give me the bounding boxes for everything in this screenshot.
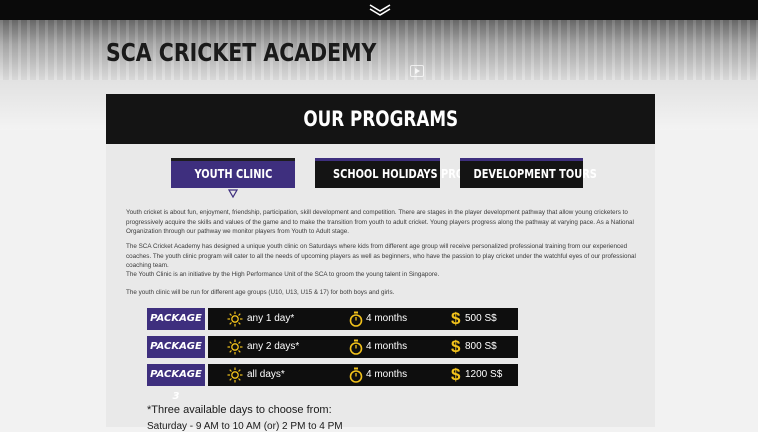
package-label: PACKAGE 3 (147, 364, 205, 402)
package-row: PACKAGE 3 all days* 4 months $ 1200 S$ (147, 364, 518, 402)
package-days: all days* (247, 369, 285, 380)
package-row: PACKAGE 2 any 2 days* 4 months $ 800 S$ (147, 336, 518, 374)
sun-icon (227, 367, 243, 383)
intro-paragraph: Youth cricket is about fun, enjoyment, f… (126, 209, 634, 235)
package-label: PACKAGE 1 (147, 308, 205, 346)
sun-icon (227, 339, 243, 355)
package-price: 800 S$ (465, 341, 497, 352)
package-days: any 2 days* (247, 341, 300, 352)
tab-youth-clinic[interactable]: YOUTH CLINIC (171, 158, 295, 188)
package-row: PACKAGE 1 any 1 day* 4 months $ 500 S$ (147, 308, 518, 346)
package-price: 1200 S$ (465, 369, 503, 380)
clinic-paragraph: The SCA Cricket Academy has designed a u… (126, 243, 636, 269)
tab-school-holidays-program[interactable]: SCHOOL HOLIDAYS PROGRAM (315, 158, 497, 188)
initiative-paragraph: The Youth Clinic is an initiative by the… (126, 271, 440, 278)
play-icon (410, 65, 424, 77)
sun-icon (227, 311, 243, 327)
package-duration: 4 months (366, 341, 408, 352)
days-note-heading: *Three available days to choose from: (147, 404, 332, 416)
package-duration: 4 months (366, 369, 408, 380)
stopwatch-icon (349, 339, 363, 355)
active-tab-caret-icon (228, 189, 238, 199)
package-days: any 1 day* (247, 313, 295, 324)
package-label: PACKAGE 2 (147, 336, 205, 374)
dollar-icon: $ (451, 309, 461, 328)
age-groups-paragraph: The youth clinic will be run for differe… (126, 289, 395, 296)
programs-header: OUR PROGRAMS (106, 94, 655, 144)
brand-title: SCA CRICKET ACADEMY (106, 38, 377, 67)
stopwatch-icon (349, 311, 363, 327)
chevron-down-icon[interactable] (368, 3, 392, 17)
stopwatch-icon (349, 367, 363, 383)
tab-development-tours[interactable]: DEVELOPMENT TOURS (460, 158, 597, 188)
package-price: 500 S$ (465, 313, 497, 324)
dollar-icon: $ (451, 365, 461, 384)
top-bar (0, 0, 758, 20)
dollar-icon: $ (451, 337, 461, 356)
package-duration: 4 months (366, 313, 408, 324)
section-title: OUR PROGRAMS (303, 107, 458, 131)
